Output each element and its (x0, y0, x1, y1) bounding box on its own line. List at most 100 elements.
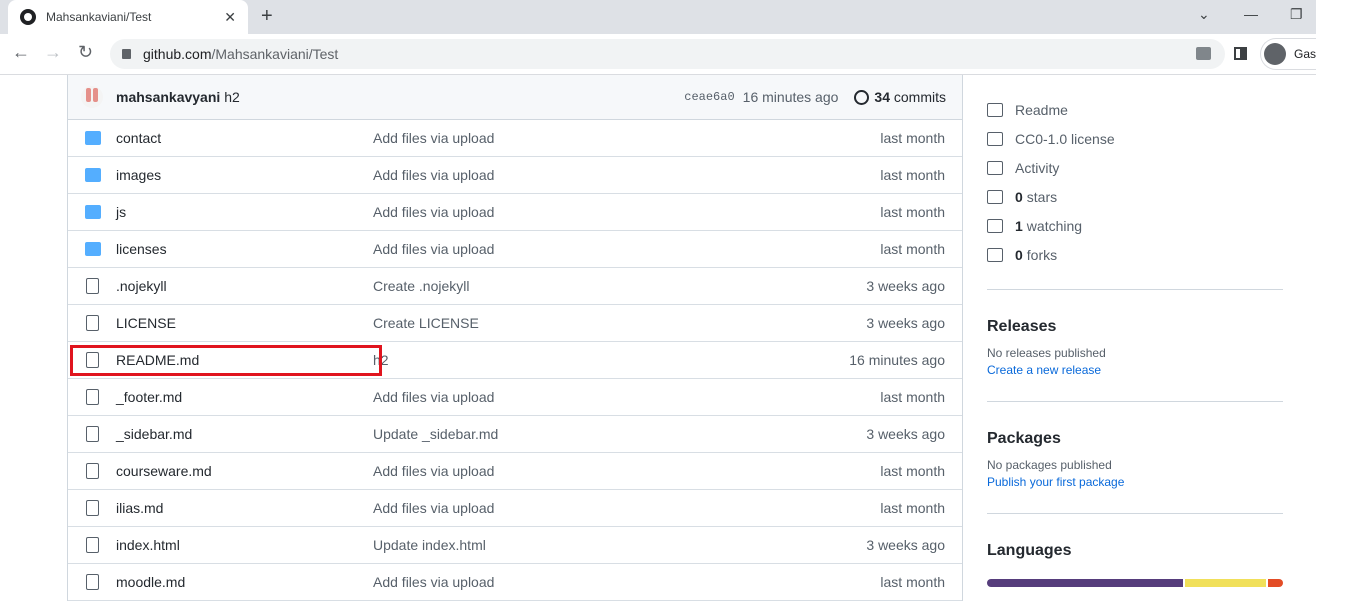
about-item[interactable]: Activity (987, 153, 1283, 182)
file-age: last month (880, 130, 945, 146)
pulse-icon (987, 160, 1003, 175)
file-age: last month (880, 500, 945, 516)
file-row: README.md h2 16 minutes ago (68, 342, 962, 379)
file-commit-message[interactable]: Create .nojekyll (373, 278, 866, 294)
profile-name: Gast (1294, 47, 1316, 61)
file-commit-message[interactable]: h2 (373, 352, 849, 368)
back-icon[interactable]: ← (12, 42, 30, 63)
file-commit-message[interactable]: Add files via upload (373, 389, 880, 405)
packages-heading[interactable]: Packages (987, 430, 1283, 448)
file-age: 3 weeks ago (866, 537, 945, 553)
about-item[interactable]: Readme (987, 95, 1283, 124)
close-tab-icon[interactable]: ✕ (224, 9, 236, 26)
file-name[interactable]: _sidebar.md (116, 426, 373, 442)
side-panel-icon[interactable] (1234, 47, 1247, 60)
about-item[interactable]: 0 stars (987, 182, 1283, 211)
file-icon (86, 537, 99, 553)
tab-title: Mahsankaviani/Test (46, 10, 152, 24)
file-age: last month (880, 574, 945, 590)
profile-button[interactable]: Gast (1260, 38, 1316, 70)
commit-message[interactable]: h2 (224, 89, 240, 105)
file-commit-message[interactable]: Update index.html (373, 537, 866, 553)
folder-icon (85, 205, 101, 219)
reload-icon[interactable]: ↻ (78, 42, 93, 63)
about-sidebar: Readme CC0-1.0 license Activity 0 stars 1 watc… (987, 75, 1283, 587)
fork-icon (987, 247, 1003, 262)
author-avatar[interactable] (81, 86, 103, 108)
github-icon (20, 9, 36, 25)
about-item[interactable]: 0 forks (987, 240, 1283, 269)
file-age: last month (880, 241, 945, 257)
file-name[interactable]: README.md (116, 352, 373, 368)
about-item[interactable]: CC0-1.0 license (987, 124, 1283, 153)
about-label: watching (1026, 217, 1083, 234)
file-icon (86, 574, 99, 590)
releases-heading[interactable]: Releases (987, 318, 1283, 336)
file-icon (86, 389, 99, 405)
translate-icon[interactable] (1196, 47, 1211, 60)
folder-icon (85, 242, 101, 256)
tab-search-icon[interactable]: ⌄ (1198, 6, 1210, 23)
languages-heading: Languages (987, 542, 1072, 559)
file-name[interactable]: moodle.md (116, 574, 373, 590)
file-name[interactable]: index.html (116, 537, 373, 553)
file-age: 16 minutes ago (849, 352, 945, 368)
file-age: last month (880, 204, 945, 220)
file-name[interactable]: js (116, 204, 373, 220)
file-commit-message[interactable]: Add files via upload (373, 130, 880, 146)
file-commit-message[interactable]: Add files via upload (373, 574, 880, 590)
file-name[interactable]: licenses (116, 241, 373, 257)
file-name[interactable]: courseware.md (116, 463, 373, 479)
file-name[interactable]: LICENSE (116, 315, 373, 331)
history-icon (854, 89, 870, 105)
commit-sha[interactable]: ceae6a0 (684, 90, 734, 104)
forward-icon[interactable]: → (44, 42, 62, 63)
file-commit-message[interactable]: Add files via upload (373, 167, 880, 183)
file-name[interactable]: _footer.md (116, 389, 373, 405)
file-icon (86, 315, 99, 331)
url-path: /Mahsankaviani/Test (211, 46, 339, 62)
releases-empty: No releases published (987, 346, 1106, 360)
file-row: LICENSE Create LICENSE 3 weeks ago (68, 305, 962, 342)
restore-icon[interactable]: ❐ (1290, 6, 1303, 23)
file-name[interactable]: ilias.md (116, 500, 373, 516)
star-icon (987, 189, 1003, 204)
file-name[interactable]: images (116, 167, 373, 183)
language-segment[interactable] (1184, 579, 1267, 587)
language-segment[interactable] (1268, 579, 1283, 587)
minimize-icon[interactable]: — (1244, 6, 1258, 22)
file-commit-message[interactable]: Add files via upload (373, 204, 880, 220)
commit-count-label[interactable]: commits (894, 89, 946, 105)
file-age: last month (880, 389, 945, 405)
address-bar[interactable]: github.com/Mahsankaviani/Test (110, 39, 1225, 69)
file-age: last month (880, 167, 945, 183)
file-commit-message[interactable]: Add files via upload (373, 463, 880, 479)
about-label: Activity (1015, 159, 1060, 176)
file-commit-message[interactable]: Update _sidebar.md (373, 426, 866, 442)
about-item[interactable]: 1 watching (987, 211, 1283, 240)
avatar-icon (1264, 43, 1286, 65)
browser-window: Mahsankaviani/Test ✕ + ⌄ — ❐ ← → ↻ githu… (0, 0, 1316, 601)
file-icon (86, 426, 99, 442)
file-commit-message[interactable]: Add files via upload (373, 241, 880, 257)
folder-icon (85, 131, 101, 145)
file-name[interactable]: contact (116, 130, 373, 146)
file-commit-message[interactable]: Create LICENSE (373, 315, 866, 331)
file-icon (86, 463, 99, 479)
create-release-link[interactable]: Create a new release (987, 363, 1283, 377)
publish-package-link[interactable]: Publish your first package (987, 475, 1283, 489)
browser-toolbar: ← → ↻ github.com/Mahsankaviani/Test Gast (0, 34, 1316, 75)
commit-author[interactable]: mahsankavyani (116, 89, 220, 105)
language-segment[interactable] (987, 579, 1183, 587)
file-commit-message[interactable]: Add files via upload (373, 500, 880, 516)
file-icon (86, 352, 99, 368)
new-tab-icon[interactable]: + (261, 5, 273, 28)
file-row: .nojekyll Create .nojekyll 3 weeks ago (68, 268, 962, 305)
file-icon (86, 500, 99, 516)
file-name[interactable]: .nojekyll (116, 278, 373, 294)
browser-tab[interactable]: Mahsankaviani/Test ✕ (8, 0, 248, 34)
commit-count[interactable]: 34 (874, 89, 890, 105)
about-label: forks (1026, 246, 1058, 263)
commit-time: 16 minutes ago (742, 89, 839, 105)
about-count: 0 (1015, 246, 1023, 263)
